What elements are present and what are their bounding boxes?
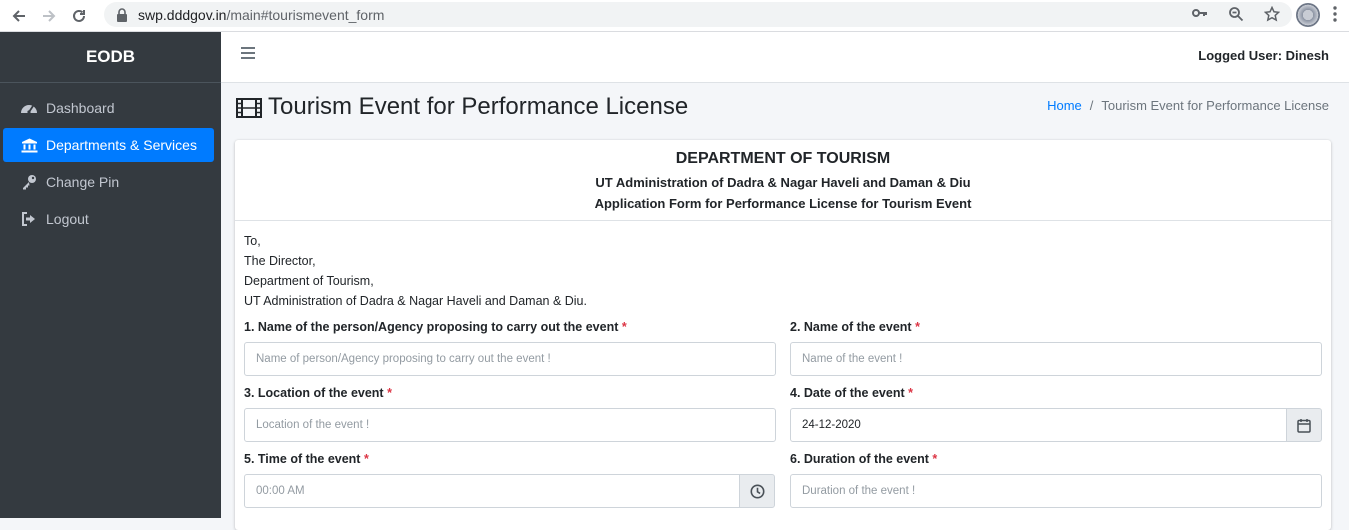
form-card: DEPARTMENT OF TOURISM UT Administration … <box>235 140 1331 530</box>
event-name-input[interactable]: Name of the event ! <box>790 342 1322 376</box>
calendar-icon[interactable] <box>1286 408 1322 442</box>
sidebar-item-change-pin[interactable]: Change Pin <box>3 165 214 199</box>
department-heading: DEPARTMENT OF TOURISM <box>675 150 891 167</box>
required-marker: * <box>621 320 627 334</box>
profile-avatar[interactable] <box>1296 3 1320 27</box>
reload-icon[interactable] <box>64 3 94 29</box>
agency-name-label: 1. Name of the person/Agency proposing t… <box>244 320 627 334</box>
sidebar-item-logout[interactable]: Logout <box>3 202 214 236</box>
bookmark-star-icon[interactable] <box>1263 5 1281 26</box>
breadcrumb-home-link[interactable]: Home <box>1047 98 1082 113</box>
breadcrumb-current: Tourism Event for Performance License <box>1101 98 1329 113</box>
tachometer-icon <box>20 99 38 117</box>
address-line: Department of Tourism, <box>244 274 374 288</box>
sign-out-icon <box>20 210 38 228</box>
page-title: Tourism Event for Performance License <box>236 93 688 121</box>
event-time-label: 5. Time of the event * <box>244 452 369 466</box>
address-block: To, The Director, Department of Tourism,… <box>244 231 587 311</box>
form-card-header: DEPARTMENT OF TOURISM UT Administration … <box>235 140 1331 221</box>
event-duration-label: 6. Duration of the event * <box>790 452 938 466</box>
sidebar-menu: Dashboard Departments & Services Change … <box>0 83 221 236</box>
event-location-label: 3. Location of the event * <box>244 386 392 400</box>
required-marker: * <box>915 320 920 334</box>
key-icon[interactable] <box>1192 6 1208 26</box>
sidebar-item-label: Departments & Services <box>46 137 197 153</box>
agency-name-input[interactable]: Name of person/Agency proposing to carry… <box>244 342 776 376</box>
required-marker: * <box>908 386 913 400</box>
event-duration-input[interactable]: Duration of the event ! <box>790 474 1322 508</box>
top-navbar: Logged User: Dinesh <box>221 32 1349 83</box>
logged-user: Logged User: Dinesh <box>1198 48 1329 63</box>
film-icon <box>236 97 262 118</box>
page-title-text: Tourism Event for Performance License <box>268 93 689 120</box>
sidebar-item-departments[interactable]: Departments & Services <box>3 128 214 162</box>
required-marker: * <box>387 386 392 400</box>
back-icon[interactable] <box>4 3 34 29</box>
event-date-label: 4. Date of the event * <box>790 386 913 400</box>
address-line: The Director, <box>244 254 316 268</box>
bank-icon <box>20 136 38 154</box>
sidebar-item-label: Logout <box>46 211 89 227</box>
address-bar[interactable]: swp.dddgov.in/main#tourismevent_form <box>104 2 1292 27</box>
event-location-input[interactable]: Location of the event ! <box>244 408 776 442</box>
event-time-input[interactable]: 00:00 AM <box>244 474 740 508</box>
required-marker: * <box>932 452 938 466</box>
url-text: swp.dddgov.in/main#tourismevent_form <box>138 6 385 23</box>
hamburger-icon[interactable] <box>241 47 255 59</box>
administration-heading: UT Administration of Dadra & Nagar Havel… <box>595 175 971 190</box>
key-icon <box>20 173 38 191</box>
breadcrumb-separator: / <box>1089 98 1094 113</box>
required-marker: * <box>363 452 369 466</box>
zoom-icon[interactable] <box>1228 6 1244 26</box>
brand-logo[interactable]: EODB <box>0 32 221 83</box>
sidebar-item-label: Dashboard <box>46 100 115 116</box>
more-menu-icon[interactable] <box>1333 6 1337 27</box>
event-date-input[interactable]: 24-12-2020 <box>790 408 1287 442</box>
sidebar-item-dashboard[interactable]: Dashboard <box>3 91 214 125</box>
address-line: UT Administration of Dadra & Nagar Havel… <box>244 294 587 308</box>
event-name-label: 2. Name of the event * <box>790 320 920 334</box>
lock-icon[interactable] <box>116 7 130 22</box>
sidebar: EODB Dashboard Departments & Services Ch… <box>0 32 221 518</box>
form-title: Application Form for Performance License… <box>594 196 972 211</box>
sidebar-item-label: Change Pin <box>46 174 120 190</box>
forward-icon[interactable] <box>34 3 64 29</box>
breadcrumb: Home / Tourism Event for Performance Licen… <box>1047 98 1329 113</box>
address-line: To, <box>244 234 261 248</box>
clock-icon[interactable] <box>739 474 775 508</box>
browser-toolbar: swp.dddgov.in/main#tourismevent_form <box>0 0 1349 32</box>
